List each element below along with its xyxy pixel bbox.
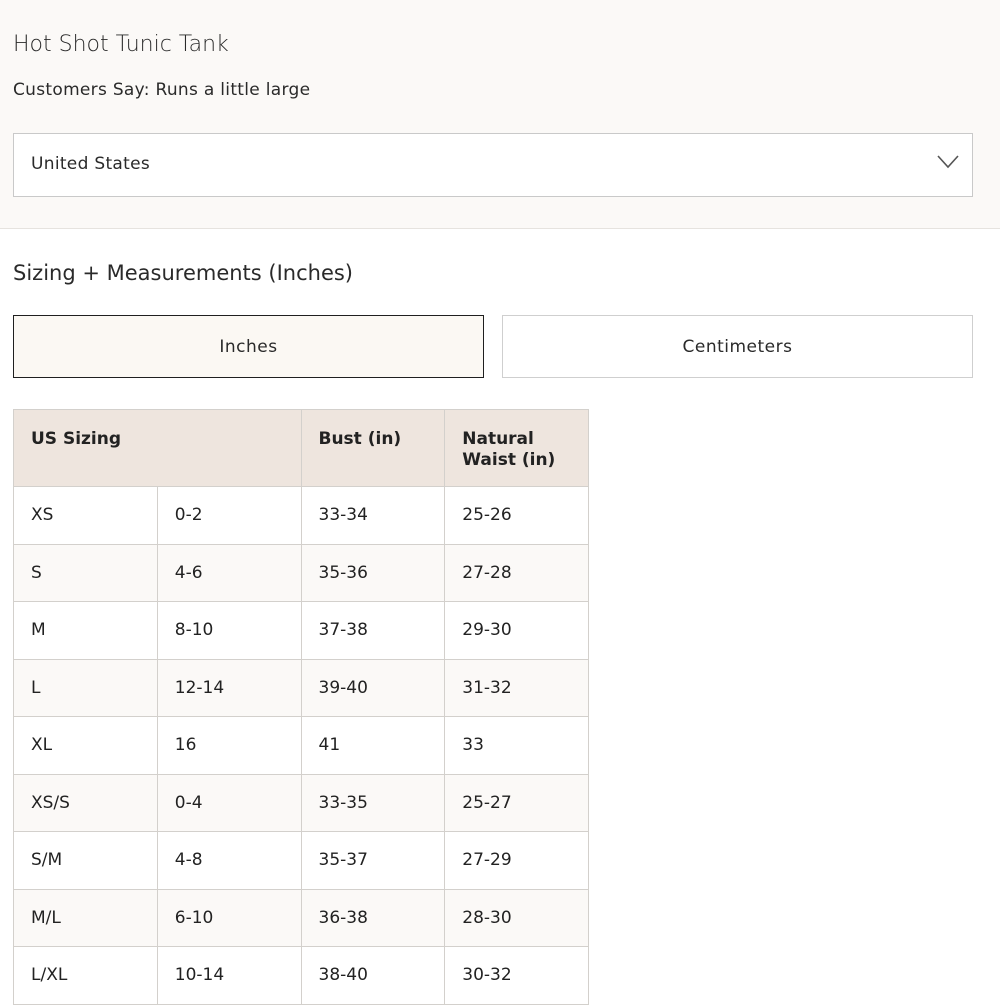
sizing-title: Sizing + Measurements (Inches): [13, 261, 353, 285]
table-header-row: US Sizing Bust (in) Natural Waist (in): [13, 409, 589, 487]
size-table: US Sizing Bust (in) Natural Waist (in) X…: [13, 409, 589, 1005]
waist-cell: 25-27: [444, 773, 589, 832]
size-label-cell: L/XL: [13, 946, 158, 1005]
size-number-cell: 4-8: [156, 831, 302, 890]
size-number-cell: 0-4: [156, 773, 302, 832]
size-number-cell: 4-6: [156, 543, 302, 602]
size-number-cell: 0-2: [156, 486, 302, 545]
chevron-down-icon: [937, 155, 959, 169]
header-bust: Bust (in): [300, 409, 446, 487]
bust-cell: 35-36: [300, 543, 446, 602]
bust-cell: 37-38: [300, 601, 446, 660]
size-number-cell: 16: [156, 716, 302, 775]
size-number-cell: 6-10: [156, 888, 302, 947]
product-header-panel: Hot Shot Tunic Tank Customers Say: Runs …: [0, 0, 1000, 229]
table-row: XS 0-2 33-34 25-26: [13, 486, 589, 545]
size-label-cell: XL: [13, 716, 158, 775]
size-label-cell: XS/S: [13, 773, 158, 832]
table-row: L 12-14 39-40 31-32: [13, 658, 589, 717]
waist-cell: 33: [444, 716, 589, 775]
size-number-cell: 10-14: [156, 946, 302, 1005]
table-row: XS/S 0-4 33-35 25-27: [13, 773, 589, 832]
size-label-cell: S/M: [13, 831, 158, 890]
table-row: L/XL 10-14 38-40 30-32: [13, 946, 589, 1005]
waist-cell: 29-30: [444, 601, 589, 660]
product-title: Hot Shot Tunic Tank: [13, 32, 229, 57]
waist-cell: 25-26: [444, 486, 589, 545]
table-row: S/M 4-8 35-37 27-29: [13, 831, 589, 890]
size-label-cell: M/L: [13, 888, 158, 947]
fit-note: Customers Say: Runs a little large: [13, 80, 311, 100]
table-row: M 8-10 37-38 29-30: [13, 601, 589, 660]
waist-cell: 28-30: [444, 888, 589, 947]
centimeters-button[interactable]: Centimeters: [502, 315, 973, 378]
size-number-cell: 8-10: [156, 601, 302, 660]
inches-button[interactable]: Inches: [13, 315, 484, 378]
bust-cell: 33-34: [300, 486, 446, 545]
size-label-cell: S: [13, 543, 158, 602]
waist-cell: 27-29: [444, 831, 589, 890]
bust-cell: 41: [300, 716, 446, 775]
table-row: M/L 6-10 36-38 28-30: [13, 888, 589, 947]
table-row: S 4-6 35-36 27-28: [13, 543, 589, 602]
table-row: XL 16 41 33: [13, 716, 589, 775]
size-number-cell: 12-14: [156, 658, 302, 717]
bust-cell: 33-35: [300, 773, 446, 832]
bust-cell: 35-37: [300, 831, 446, 890]
bust-cell: 38-40: [300, 946, 446, 1005]
waist-cell: 31-32: [444, 658, 589, 717]
waist-cell: 27-28: [444, 543, 589, 602]
size-label-cell: M: [13, 601, 158, 660]
bust-cell: 36-38: [300, 888, 446, 947]
header-us-sizing: US Sizing: [13, 409, 302, 487]
country-select[interactable]: United States: [13, 133, 973, 197]
waist-cell: 30-32: [444, 946, 589, 1005]
size-label-cell: L: [13, 658, 158, 717]
country-select-value: United States: [31, 154, 151, 174]
bust-cell: 39-40: [300, 658, 446, 717]
header-waist: Natural Waist (in): [444, 409, 589, 487]
size-label-cell: XS: [13, 486, 158, 545]
